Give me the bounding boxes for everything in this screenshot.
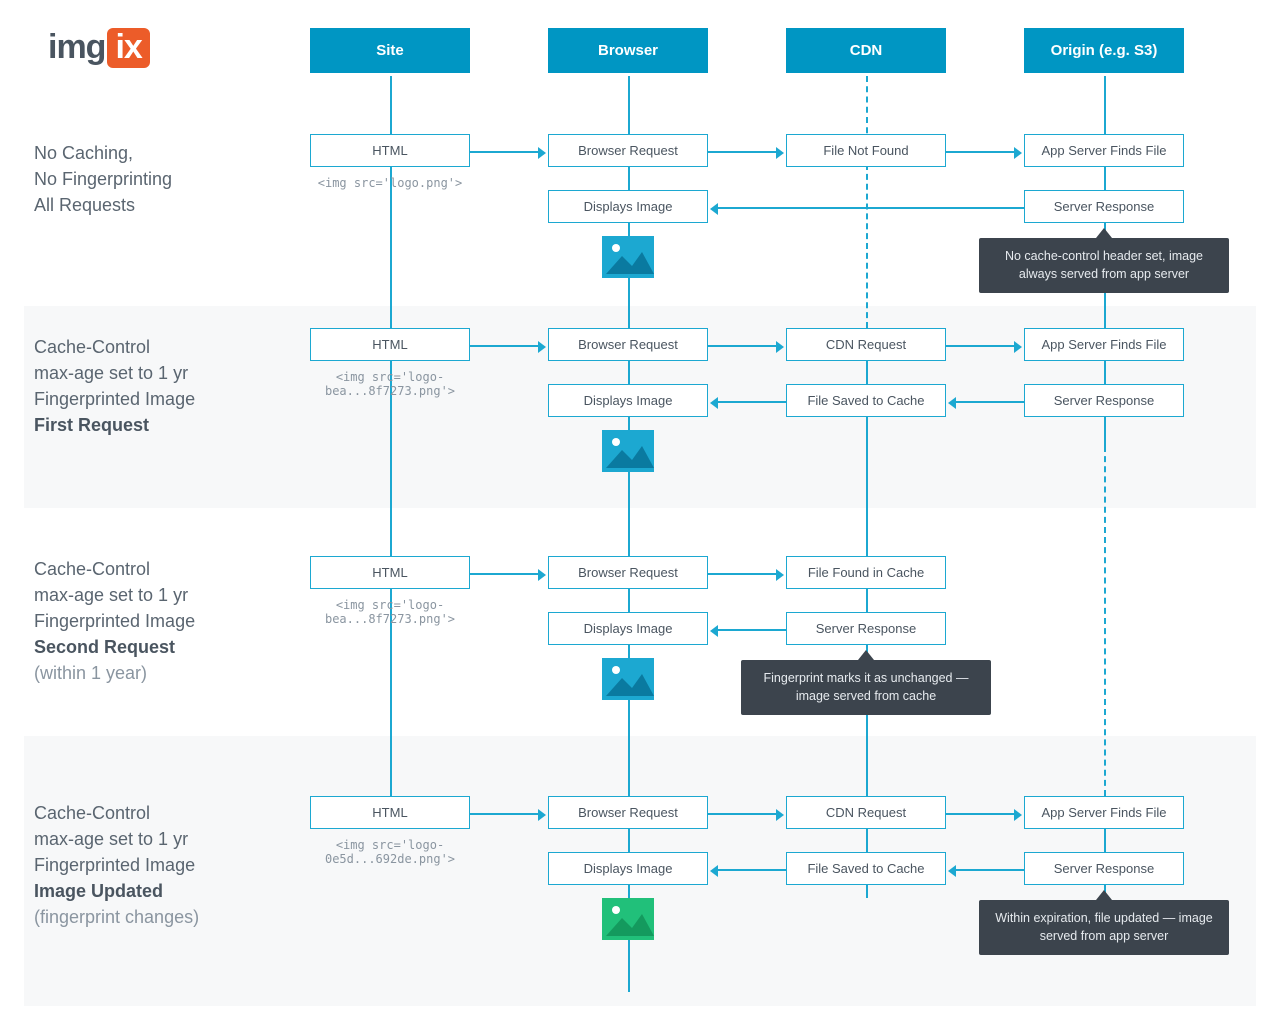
row4-arr-cdn-origin [946,813,1014,815]
vline-origin-b [1104,446,1106,796]
row2-arr-cdn-browser [718,401,786,403]
col-header-origin: Origin (e.g. S3) [1024,28,1184,73]
row2-label-l1: Cache-Control [34,334,195,360]
row3-image-icon [602,658,654,700]
row3-label: Cache-Control max-age set to 1 yr Finger… [34,556,195,686]
row3-arr-browser-cdn [708,573,776,575]
row4-tooltip: Within expiration, file updated — image … [979,900,1229,955]
row2-code: <img src='logo-bea...8f7273.png'> [280,370,500,398]
row4-label-l1: Cache-Control [34,800,199,826]
row4-label-l3: Fingerprinted Image [34,852,199,878]
imgix-logo: imgix [48,28,150,68]
row1-code: <img src='logo.png'> [280,176,500,190]
row3-arr-site-browser [470,573,538,575]
row2-origin-find: App Server Finds File [1024,328,1184,361]
row4-site-html: HTML [310,796,470,829]
row1-label: No Caching, No Fingerprinting All Reques… [34,140,172,218]
row1-origin-find: App Server Finds File [1024,134,1184,167]
row4-arr-site-browser [470,813,538,815]
row1-site-html: HTML [310,134,470,167]
row1-browser-req: Browser Request [548,134,708,167]
row2-cdn-req: CDN Request [786,328,946,361]
row1-label-l3: All Requests [34,192,172,218]
col-header-cdn: CDN [786,28,946,73]
row2-arr-site-browser [470,345,538,347]
row4-image-icon [602,898,654,940]
row3-tooltip: Fingerprint marks it as unchanged — imag… [741,660,991,715]
row4-origin-resp: Server Response [1024,852,1184,885]
row2-arr-cdn-origin [946,345,1014,347]
row2-label-bold: First Request [34,412,195,438]
row1-arr-site-browser [470,151,538,153]
row4-label-l2: max-age set to 1 yr [34,826,199,852]
diagram-canvas: imgix Site Browser CDN Origin (e.g. S3) … [0,0,1280,1024]
row3-label-l3: Fingerprinted Image [34,608,195,634]
row2-arr-origin-cdn [956,401,1024,403]
row3-cdn-resp: Server Response [786,612,946,645]
col-header-site: Site [310,28,470,73]
row1-arr-cdn-origin [946,151,1014,153]
row4-browser-disp: Displays Image [548,852,708,885]
row3-site-html: HTML [310,556,470,589]
row4-arr-origin-cdn [956,869,1024,871]
row3-arr-cdn-browser [718,629,786,631]
row2-browser-disp: Displays Image [548,384,708,417]
row1-image-icon [602,236,654,278]
row1-browser-disp: Displays Image [548,190,708,223]
row4-cdn-req: CDN Request [786,796,946,829]
row1-label-l1: No Caching, [34,140,172,166]
row4-code: <img src='logo-0e5d...692de.png'> [280,838,500,866]
row1-tooltip: No cache-control header set, image alway… [979,238,1229,293]
row3-label-bold: Second Request [34,634,195,660]
row1-arr-browser-cdn [708,151,776,153]
row4-label-bold: Image Updated [34,878,199,904]
row3-browser-req: Browser Request [548,556,708,589]
row4-cdn-saved: File Saved to Cache [786,852,946,885]
row4-arr-browser-cdn [708,813,776,815]
row2-origin-resp: Server Response [1024,384,1184,417]
logo-text: img [48,28,105,66]
row2-label-l2: max-age set to 1 yr [34,360,195,386]
row3-label-l2: max-age set to 1 yr [34,582,195,608]
row4-label: Cache-Control max-age set to 1 yr Finger… [34,800,199,930]
row2-label: Cache-Control max-age set to 1 yr Finger… [34,334,195,438]
row3-label-light: (within 1 year) [34,660,195,686]
row2-arr-browser-cdn [708,345,776,347]
row2-label-l3: Fingerprinted Image [34,386,195,412]
row3-label-l1: Cache-Control [34,556,195,582]
row4-label-light: (fingerprint changes) [34,904,199,930]
row1-label-l2: No Fingerprinting [34,166,172,192]
row2-cdn-saved: File Saved to Cache [786,384,946,417]
row2-site-html: HTML [310,328,470,361]
row1-arr-resp-browser [718,207,1024,209]
row1-cdn-notfound: File Not Found [786,134,946,167]
vline-cdn-b [866,164,868,328]
row4-browser-req: Browser Request [548,796,708,829]
row4-origin-find: App Server Finds File [1024,796,1184,829]
logo-badge: ix [107,28,149,68]
row2-image-icon [602,430,654,472]
row3-code: <img src='logo-bea...8f7273.png'> [280,598,500,626]
row4-arr-cdn-browser [718,869,786,871]
row2-browser-req: Browser Request [548,328,708,361]
col-header-browser: Browser [548,28,708,73]
row3-browser-disp: Displays Image [548,612,708,645]
row3-cdn-found: File Found in Cache [786,556,946,589]
row1-origin-resp: Server Response [1024,190,1184,223]
